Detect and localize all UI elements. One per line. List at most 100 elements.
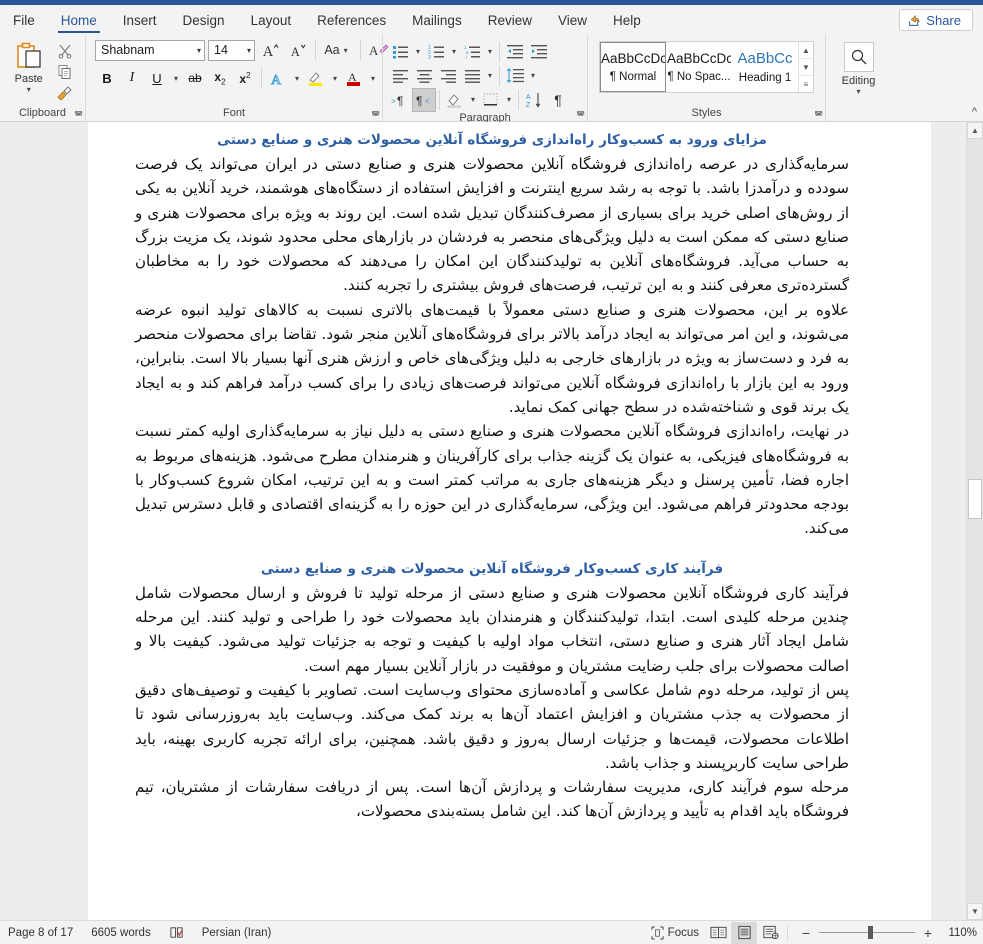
clipboard-dialog-launcher[interactable]: ◚ — [74, 111, 83, 120]
borders-icon[interactable] — [479, 88, 503, 112]
word-count-status[interactable]: 6605 words — [91, 927, 159, 939]
zoom-out-button[interactable]: − — [800, 925, 812, 941]
chevron-down-icon[interactable]: ▾ — [367, 74, 379, 83]
zoom-control[interactable]: − + 110% — [800, 925, 977, 941]
chevron-down-icon[interactable]: ▾ — [291, 74, 303, 83]
strikethrough-label: ab — [188, 71, 202, 85]
zoom-level-label[interactable]: 110% — [941, 927, 977, 939]
chevron-down-icon[interactable]: ▾ — [856, 88, 860, 96]
paragraph-dialog-launcher[interactable]: ◚ — [576, 111, 585, 120]
scrollbar-thumb[interactable] — [968, 479, 982, 519]
text-highlight-button[interactable] — [304, 66, 328, 90]
chevron-down-icon[interactable]: ▾ — [244, 46, 251, 55]
styles-scroll-down-icon[interactable]: ▼ — [799, 59, 813, 76]
center-icon[interactable] — [412, 64, 436, 88]
read-mode-icon[interactable] — [705, 922, 731, 944]
tab-help[interactable]: Help — [600, 5, 654, 35]
tab-home[interactable]: Home — [48, 5, 110, 35]
superscript-button[interactable]: x2 — [233, 66, 257, 90]
word-window: File Home Insert Design Layout Reference… — [0, 0, 983, 944]
tab-view[interactable]: View — [545, 5, 600, 35]
bullets-icon[interactable] — [388, 40, 412, 64]
tab-file[interactable]: File — [0, 5, 48, 35]
align-right-icon[interactable] — [436, 64, 460, 88]
grow-font-button[interactable]: A — [258, 38, 282, 62]
bold-button[interactable]: B — [95, 66, 119, 90]
focus-button[interactable]: Focus — [645, 924, 705, 942]
sort-icon[interactable]: A Z — [522, 88, 546, 112]
chevron-down-icon[interactable]: ▾ — [527, 71, 539, 80]
numbering-icon[interactable]: 1 2 3 — [424, 40, 448, 64]
subscript-button[interactable]: x2 — [208, 66, 232, 90]
justify-icon[interactable] — [460, 64, 484, 88]
zoom-slider[interactable] — [819, 926, 915, 939]
chevron-down-icon[interactable]: ▾ — [503, 95, 515, 104]
copy-icon[interactable] — [55, 62, 75, 81]
styles-scroll-up-icon[interactable]: ▲ — [799, 42, 813, 59]
text-effects-button[interactable]: A — [266, 66, 290, 90]
chevron-down-icon[interactable]: ▾ — [329, 74, 341, 83]
chevron-down-icon[interactable]: ▾ — [484, 71, 496, 80]
styles-more-icon[interactable]: ≡ — [799, 76, 813, 92]
tab-layout[interactable]: Layout — [238, 5, 305, 35]
tab-insert[interactable]: Insert — [110, 5, 170, 35]
rtl-text-direction-icon[interactable]: ¶ < — [412, 87, 436, 112]
styles-dialog-launcher[interactable]: ◚ — [814, 111, 823, 120]
tab-design[interactable]: Design — [170, 5, 238, 35]
share-button[interactable]: Share — [899, 9, 973, 31]
chevron-down-icon[interactable]: ▾ — [194, 46, 201, 55]
tab-review[interactable]: Review — [475, 5, 545, 35]
shading-icon[interactable] — [443, 88, 467, 112]
paste-label: Paste — [14, 73, 43, 85]
strikethrough-button[interactable]: ab — [183, 66, 207, 90]
font-family-input[interactable]: Shabnam ▾ — [95, 39, 205, 61]
divider — [499, 65, 500, 86]
increase-indent-icon[interactable] — [527, 40, 551, 64]
multilevel-list-icon[interactable]: 1 a i — [460, 40, 484, 64]
svg-text:<: < — [425, 97, 430, 106]
style-heading-1[interactable]: AaBbCс Heading 1 — [732, 42, 798, 92]
style-no-spacing[interactable]: AaBbCcDc ¶ No Spac... — [666, 42, 732, 92]
underline-button[interactable]: U — [145, 66, 169, 90]
editing-button[interactable]: Editing ▾ — [831, 38, 886, 96]
tab-mailings[interactable]: Mailings — [399, 5, 475, 35]
zoom-in-button[interactable]: + — [922, 925, 934, 941]
web-layout-icon[interactable] — [757, 922, 783, 944]
change-case-button[interactable]: Aa ▾ — [322, 38, 354, 62]
language-status[interactable]: Persian (Iran) — [202, 927, 281, 939]
svg-text:A: A — [262, 44, 273, 60]
cut-scissors-icon[interactable] — [55, 41, 75, 60]
decrease-indent-icon[interactable] — [503, 40, 527, 64]
chevron-down-icon[interactable]: ▾ — [467, 95, 479, 104]
chevron-down-icon[interactable]: ▾ — [448, 47, 460, 56]
paste-button[interactable]: Paste ▾ — [8, 38, 49, 102]
proofing-errors-icon[interactable] — [169, 925, 193, 940]
align-left-icon[interactable] — [388, 64, 412, 88]
font-size-input[interactable]: 14 ▾ — [208, 39, 255, 61]
ltr-text-direction-icon[interactable]: > ¶ — [388, 88, 412, 112]
shrink-font-button[interactable]: A — [285, 38, 309, 62]
italic-button[interactable]: I — [120, 66, 144, 90]
chevron-down-icon[interactable]: ▾ — [340, 46, 352, 55]
font-dialog-launcher[interactable]: ◚ — [371, 111, 380, 120]
zoom-slider-thumb[interactable] — [868, 926, 873, 939]
chevron-down-icon[interactable]: ▾ — [484, 47, 496, 56]
style-normal[interactable]: AaBbCcDc ¶ Normal — [600, 42, 666, 92]
font-color-button[interactable]: A — [342, 66, 366, 90]
chevron-down-icon[interactable]: ▾ — [170, 74, 182, 83]
vertical-scrollbar[interactable]: ▲ ▼ — [966, 122, 983, 920]
show-formatting-marks-icon[interactable]: ¶ — [546, 88, 570, 112]
line-spacing-icon[interactable] — [503, 64, 527, 88]
format-painter-icon[interactable] — [55, 83, 75, 102]
chevron-down-icon[interactable]: ▾ — [412, 47, 424, 56]
document-scroll-pane[interactable]: مزایای ورود به کسب‌وکار راه‌اندازی فروشگ… — [0, 122, 966, 920]
scroll-down-arrow-icon[interactable]: ▼ — [967, 903, 983, 920]
document-page[interactable]: مزایای ورود به کسب‌وکار راه‌اندازی فروشگ… — [88, 122, 931, 920]
scroll-up-arrow-icon[interactable]: ▲ — [967, 122, 983, 139]
collapse-ribbon-icon[interactable]: ^ — [972, 106, 977, 118]
chevron-down-icon[interactable]: ▾ — [27, 86, 31, 94]
page-number-status[interactable]: Page 8 of 17 — [8, 927, 82, 939]
print-layout-icon[interactable] — [731, 921, 757, 944]
tab-references[interactable]: References — [304, 5, 399, 35]
scrollbar-track[interactable] — [967, 139, 983, 903]
